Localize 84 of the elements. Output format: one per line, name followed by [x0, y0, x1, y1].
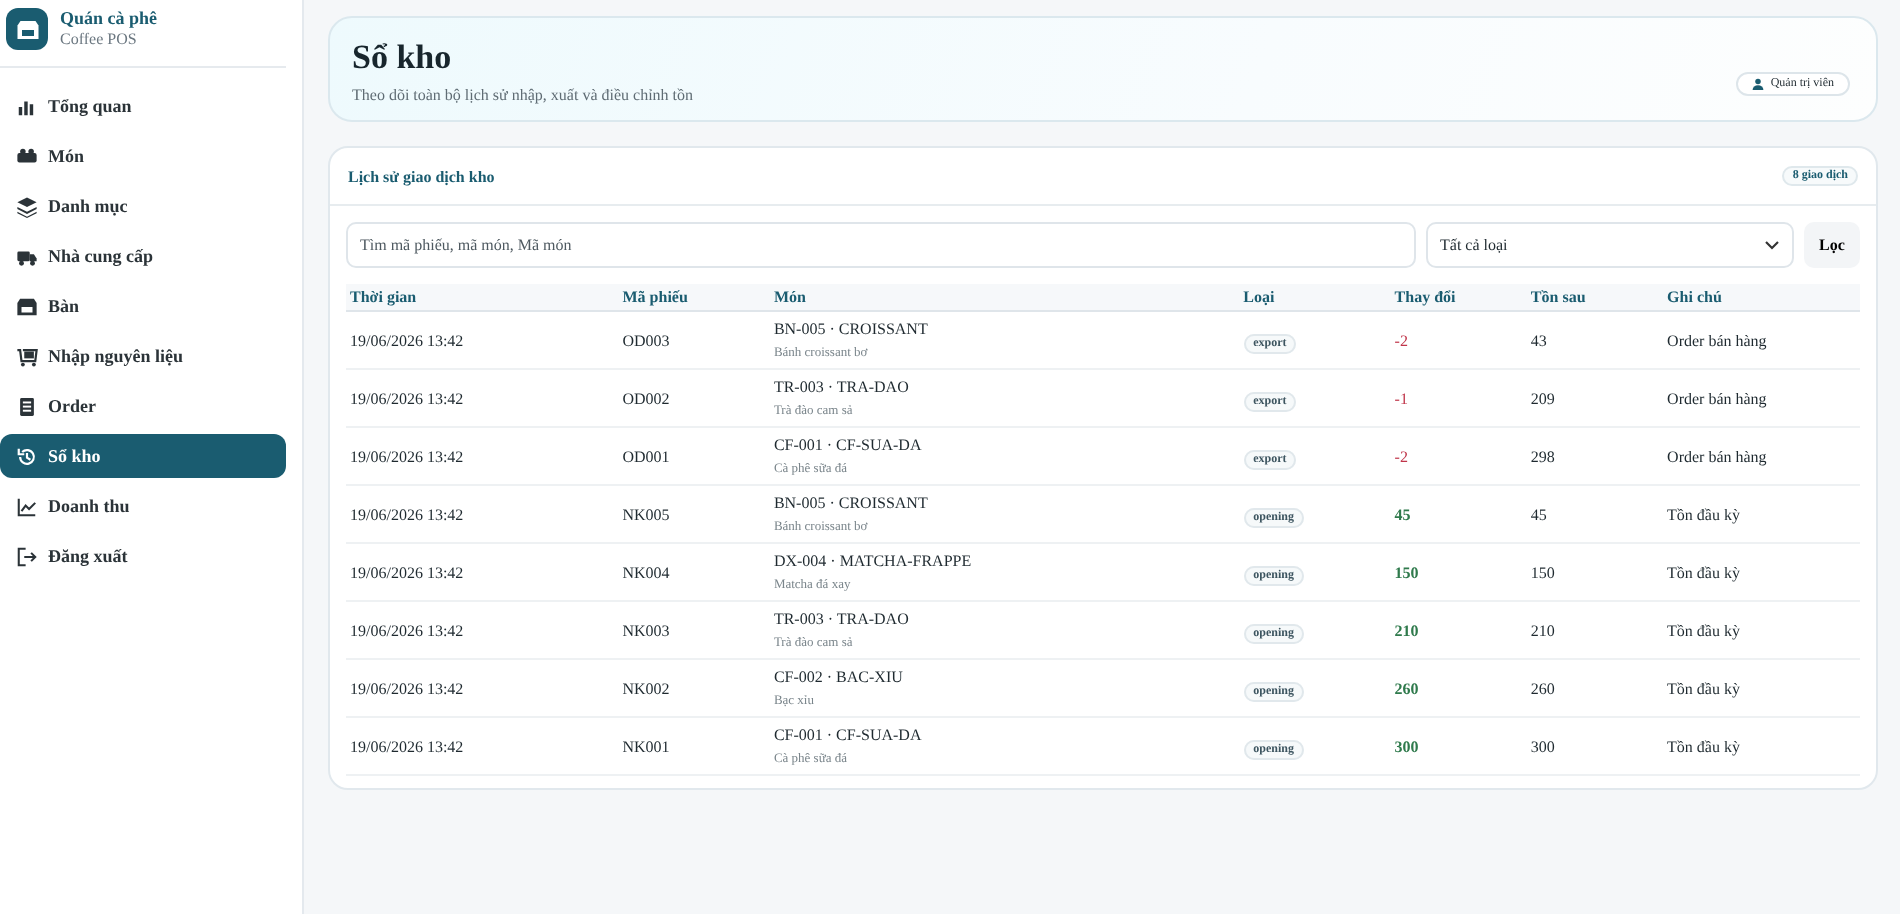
voucher-code: NK001 — [622, 737, 670, 755]
change-value: -2 — [1394, 331, 1408, 349]
item-code: DX-004 · MATCHA-FRAPPE — [773, 552, 974, 570]
item-code: TR-003 · TRA-DAO — [773, 378, 911, 396]
cart-icon — [16, 345, 38, 367]
note-cell: Tồn đầu kỳ — [1667, 737, 1740, 755]
logout-icon — [16, 545, 38, 567]
sidebar-item[interactable]: Tổng quan — [0, 84, 286, 128]
brand-name: Quán cà phê — [60, 8, 158, 30]
filter-button[interactable]: Lọc — [1804, 222, 1860, 268]
item-code: TR-003 · TRA-DAO — [773, 610, 911, 628]
time-cell: 19/06/2026 13:42 — [350, 447, 464, 465]
time-cell: 19/06/2026 13:42 — [350, 389, 464, 407]
note-cell: Order bán hàng — [1667, 389, 1767, 407]
item-code: CF-002 · BAC-XIU — [773, 668, 905, 686]
line-chart-icon — [16, 495, 38, 517]
store-icon — [16, 295, 38, 317]
change-value: 150 — [1394, 563, 1419, 581]
voucher-code: NK002 — [622, 679, 670, 697]
column-header: Thay đổi — [1390, 284, 1527, 311]
sidebar-item[interactable]: Danh mục — [0, 184, 286, 228]
column-header: Thời gian — [346, 284, 619, 311]
sidebar-item[interactable]: Nhà cung cấp — [0, 234, 286, 278]
stock-after: 45 — [1530, 505, 1547, 523]
column-header: Ghi chú — [1663, 284, 1860, 311]
note-cell: Tồn đầu kỳ — [1667, 621, 1740, 639]
note-cell: Tồn đầu kỳ — [1667, 505, 1740, 523]
time-cell: 19/06/2026 13:42 — [350, 737, 464, 755]
item-code: CF-001 · CF-SUA-DA — [773, 436, 924, 454]
item-code: CF-001 · CF-SUA-DA — [773, 726, 924, 744]
card-title: Lịch sử giao dịch kho — [348, 167, 495, 185]
voucher-code: OD003 — [622, 331, 670, 349]
clipboard-icon — [16, 395, 38, 417]
stock-after: 150 — [1530, 563, 1555, 581]
sidebar-item[interactable]: Doanh thu — [0, 484, 286, 528]
type-dropdown[interactable]: Tất cả loại — [1426, 222, 1794, 268]
sidebar-item[interactable]: Order — [0, 384, 286, 428]
page-title: Sổ kho — [352, 36, 454, 80]
column-header: Mã phiếu — [618, 284, 770, 311]
stock-after: 260 — [1530, 679, 1555, 697]
time-cell: 19/06/2026 13:42 — [350, 621, 464, 639]
voucher-code: NK004 — [622, 563, 670, 581]
stock-after: 209 — [1530, 389, 1555, 407]
voucher-code: OD002 — [622, 389, 670, 407]
chevron-down-icon — [1764, 240, 1780, 250]
column-header: Món — [769, 284, 1240, 311]
voucher-code: NK005 — [622, 505, 670, 523]
voucher-code: OD001 — [622, 447, 670, 465]
user-icon — [1752, 78, 1765, 90]
time-cell: 19/06/2026 13:42 — [350, 505, 464, 523]
sidebar-item[interactable]: Đăng xuất — [0, 534, 286, 578]
note-cell: Tồn đầu kỳ — [1667, 563, 1740, 581]
sidebar-item[interactable]: Bàn — [0, 284, 286, 328]
change-value: -2 — [1394, 447, 1408, 465]
item-code: BN-005 · CROISSANT — [773, 320, 930, 338]
stock-after: 210 — [1530, 621, 1555, 639]
layers-icon — [16, 195, 38, 217]
change-value: 260 — [1394, 679, 1419, 697]
voucher-code: NK003 — [622, 621, 670, 639]
search-field[interactable]: Tìm mã phiếu, mã món, Mã món — [346, 222, 1416, 268]
box-icon — [16, 145, 38, 167]
item-code: BN-005 · CROISSANT — [773, 494, 930, 512]
change-value: 300 — [1394, 737, 1419, 755]
sidebar-item[interactable]: Sổ kho — [0, 434, 286, 478]
time-cell: 19/06/2026 13:42 — [350, 679, 464, 697]
change-value: 210 — [1394, 621, 1419, 639]
stock-after: 298 — [1530, 447, 1555, 465]
note-cell: Tồn đầu kỳ — [1667, 679, 1740, 697]
change-value: 45 — [1394, 505, 1411, 523]
store-logo-icon — [6, 8, 48, 50]
column-header: Tồn sau — [1526, 284, 1664, 311]
stock-after: 300 — [1530, 737, 1555, 755]
note-cell: Order bán hàng — [1667, 331, 1767, 349]
page-subtitle: Theo dõi toàn bộ lịch sử nhập, xuất và điều chỉnh tồn — [352, 86, 694, 104]
note-cell: Order bán hàng — [1667, 447, 1767, 465]
column-header: Loại — [1239, 284, 1391, 311]
change-value: -1 — [1394, 389, 1408, 407]
stock-after: 43 — [1530, 331, 1547, 349]
sidebar-item[interactable]: Nhập nguyên liệu — [0, 334, 286, 378]
history-icon — [16, 445, 38, 467]
time-cell: 19/06/2026 13:42 — [350, 331, 464, 349]
brand-subtitle: Coffee POS — [60, 30, 139, 50]
time-cell: 19/06/2026 13:42 — [350, 563, 464, 581]
sidebar-item[interactable]: Món — [0, 134, 286, 178]
